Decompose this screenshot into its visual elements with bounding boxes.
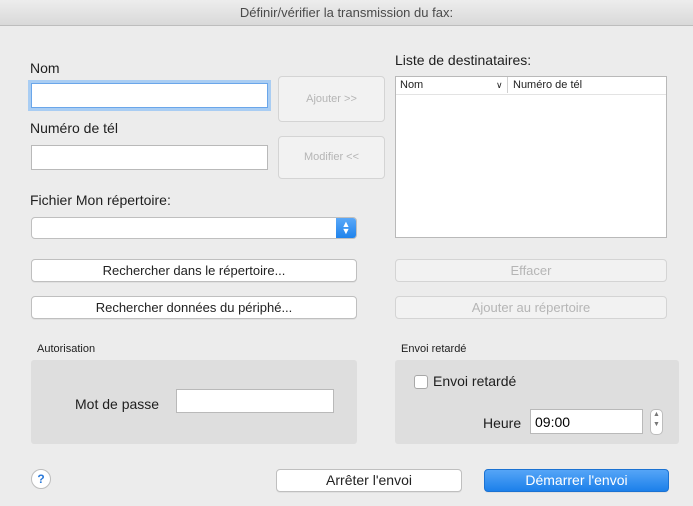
- start-send-button[interactable]: Démarrer l'envoi: [484, 469, 669, 492]
- window-title-bar: Définir/vérifier la transmission du fax:: [0, 0, 693, 26]
- recipients-list-header: Nom ∨ Numéro de tél: [396, 77, 666, 95]
- password-label: Mot de passe: [75, 396, 160, 412]
- stop-send-button[interactable]: Arrêter l'envoi: [276, 469, 462, 492]
- delayed-send-group: Envoi retardé Heure ▲▼: [395, 360, 679, 444]
- modify-button[interactable]: Modifier <<: [278, 136, 385, 179]
- add-to-address-book-button[interactable]: Ajouter au répertoire: [395, 296, 667, 319]
- time-stepper[interactable]: ▲ ▼: [650, 409, 663, 435]
- name-input[interactable]: [31, 83, 268, 108]
- authorization-group-label: Autorisation: [37, 343, 96, 355]
- column-header-name[interactable]: Nom: [400, 79, 423, 91]
- phone-label: Numéro de tél: [30, 120, 118, 136]
- help-button[interactable]: ?: [31, 469, 51, 489]
- time-input[interactable]: [530, 409, 643, 434]
- address-book-file-select[interactable]: ▲ ▼: [31, 217, 357, 239]
- column-divider: [507, 77, 508, 93]
- stepper-down-icon[interactable]: ▼: [653, 421, 660, 428]
- sort-chevron-down-icon: ∨: [496, 80, 503, 90]
- add-button[interactable]: Ajouter >>: [278, 76, 385, 122]
- delayed-send-group-label: Envoi retardé: [401, 343, 467, 355]
- delete-button[interactable]: Effacer: [395, 259, 667, 282]
- search-address-book-button[interactable]: Rechercher dans le répertoire...: [31, 259, 357, 282]
- address-book-file-label: Fichier Mon répertoire:: [30, 192, 171, 208]
- delayed-send-checkbox-label[interactable]: Envoi retardé: [433, 373, 516, 389]
- recipients-label: Liste de destinataires:: [395, 52, 532, 68]
- recipients-list[interactable]: Nom ∨ Numéro de tél: [395, 76, 667, 238]
- password-input[interactable]: [176, 389, 334, 413]
- select-chevron-icon: ▲ ▼: [336, 218, 356, 238]
- window-title: Définir/vérifier la transmission du fax:: [239, 5, 454, 20]
- stepper-up-icon[interactable]: ▲: [653, 411, 660, 418]
- column-header-phone[interactable]: Numéro de tél: [513, 79, 582, 91]
- time-label: Heure: [483, 415, 522, 431]
- phone-input[interactable]: [31, 145, 268, 170]
- name-label: Nom: [30, 60, 60, 76]
- authorization-group: Mot de passe: [31, 360, 357, 444]
- delayed-send-checkbox[interactable]: [414, 375, 428, 389]
- search-device-button[interactable]: Rechercher données du périphé...: [31, 296, 357, 319]
